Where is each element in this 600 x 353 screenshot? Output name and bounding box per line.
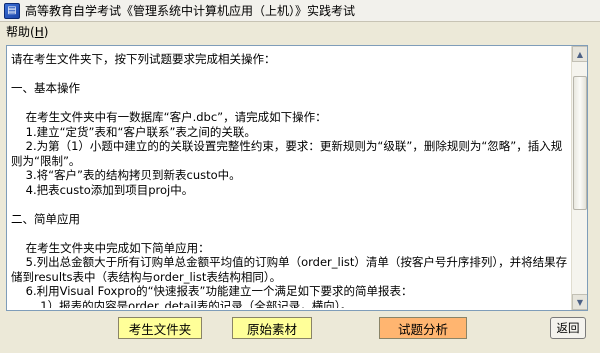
menu-bar: 帮助(H) bbox=[0, 22, 600, 40]
question-text-line bbox=[11, 67, 571, 82]
question-text-line: 4.把表custo添加到项目proj中。 bbox=[11, 182, 194, 197]
scroll-down-icon[interactable]: ▼ bbox=[572, 294, 587, 310]
question-text-line: 在考生文件夹中有一数据库“客户.dbc”，请完成如下操作： bbox=[11, 110, 327, 124]
question-text-area[interactable]: 请在考生文件夹下，按下列试题要求完成相关操作： 一、基本操作 在考生文件夹中有一… bbox=[6, 45, 588, 311]
menu-help[interactable]: 帮助(H) bbox=[0, 23, 54, 40]
title-bar: ▤ 高等教育自学考试《管理系统中计算机应用（上机）》实践考试 bbox=[0, 0, 600, 22]
original-material-button[interactable]: 原始素材 bbox=[232, 317, 312, 339]
question-text-line: 5.列出总金额大于所有订购单总金额平均值的订购单（order_list）清单（按… bbox=[11, 255, 568, 284]
question-text-line: 请在考生文件夹下，按下列试题要求完成相关操作： bbox=[11, 52, 276, 66]
question-text-line: 2.为第（1）小题中建立的的关联设置完整性约束，要求：更新规则为“级联”，删除规… bbox=[11, 139, 563, 168]
question-text-line: 一、基本操作 bbox=[11, 81, 80, 95]
app-icon: ▤ bbox=[4, 2, 20, 19]
window-title: 高等教育自学考试《管理系统中计算机应用（上机）》实践考试 bbox=[25, 4, 356, 18]
question-text-line bbox=[11, 226, 571, 241]
menu-help-label: 帮助 bbox=[6, 24, 31, 39]
question-text-line: 3.将“客户”表的结构拷贝到新表custo中。 bbox=[11, 168, 241, 182]
scroll-up-icon[interactable]: ▲ bbox=[572, 46, 587, 62]
menu-help-close-paren: ) bbox=[43, 24, 49, 39]
vertical-scrollbar[interactable]: ▲ ▼ bbox=[571, 46, 587, 310]
question-text-line: 1.建立“定货”表和“客户联系”表之间的关联。 bbox=[11, 124, 256, 139]
back-button[interactable]: 返回 bbox=[550, 317, 586, 339]
question-analysis-button[interactable]: 试题分析 bbox=[379, 317, 467, 339]
scroll-thumb[interactable] bbox=[573, 76, 587, 210]
question-text-line bbox=[11, 96, 571, 111]
question-text-line: 二、简单应用 bbox=[11, 211, 80, 226]
question-text-line: 1）报表的内容是order_detail表的记录（全部记录，横向）。 bbox=[11, 298, 353, 309]
question-text-line bbox=[11, 197, 571, 212]
menu-help-hotkey: H bbox=[34, 24, 44, 39]
question-text-line: 6.利用Visual Foxpro的“快速报表”功能建立一个满足如下要求的简单报… bbox=[11, 284, 413, 298]
question-text: 请在考生文件夹下，按下列试题要求完成相关操作： 一、基本操作 在考生文件夹中有一… bbox=[11, 52, 571, 308]
candidate-folder-button[interactable]: 考生文件夹 bbox=[118, 317, 202, 339]
question-text-line: 在考生文件夹中完成如下简单应用： bbox=[11, 240, 210, 255]
